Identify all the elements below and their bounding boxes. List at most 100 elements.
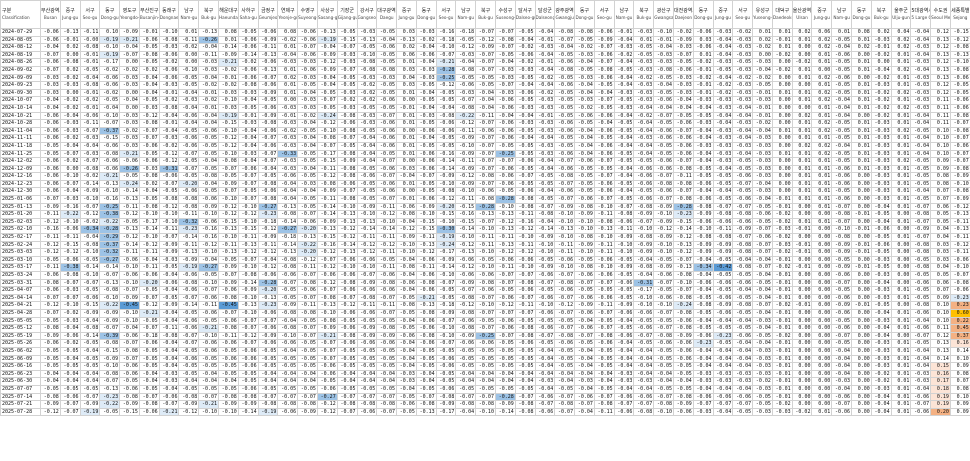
table-cell: -0.18 [435, 35, 457, 45]
table-cell: -0.05 [692, 111, 714, 121]
row-date: 2025-06-16 [0, 362, 41, 371]
table-cell: -0.05 [514, 164, 536, 174]
column-header: 사하구 Saha-gu [237, 0, 259, 29]
table-cell: -0.05 [297, 195, 318, 204]
table-cell: -0.12 [119, 210, 140, 219]
table-cell: -0.07 [949, 157, 970, 166]
row-date: 2025-05-19 [0, 331, 41, 341]
table-cell: -0.08 [79, 324, 101, 333]
table-cell: -0.05 [138, 195, 160, 204]
table-cell: -0.08 [297, 400, 318, 409]
table-cell: -0.03 [870, 362, 892, 371]
table-cell: -0.06 [59, 331, 81, 341]
table-cell: 0.00 [851, 195, 872, 204]
table-cell: -0.05 [435, 141, 457, 151]
table-cell: -0.28 [435, 65, 457, 75]
table-cell: -0.05 [613, 179, 635, 189]
table-cell: -0.12 [455, 119, 477, 128]
table-cell: -0.29 [99, 233, 121, 242]
table-cell: 0.01 [851, 141, 872, 151]
table-cell: 0.04 [930, 233, 951, 242]
table-cell: -0.15 [218, 119, 239, 128]
table-cell: -0.03 [870, 339, 892, 348]
table-cell: -0.04 [396, 286, 417, 295]
table-cell: -0.05 [732, 58, 754, 67]
table-cell: -0.06 [158, 73, 180, 83]
table-cell: -0.05 [831, 35, 853, 45]
table-cell: -0.03 [119, 73, 140, 83]
table-cell: -0.11 [297, 301, 318, 310]
table-cell: -0.10 [99, 362, 121, 371]
table-cell: -0.05 [435, 369, 457, 379]
column-header-en: Ulju-gun [892, 15, 910, 20]
table-cell: -0.10 [455, 141, 477, 151]
table-cell: -0.04 [415, 88, 437, 98]
table-cell: 0.01 [396, 119, 417, 128]
column-header-ko: 해운대구 [219, 8, 238, 14]
table-cell: -0.04 [59, 324, 81, 333]
column-header-ko: 수도권 [933, 8, 948, 14]
table-cell: -0.14 [79, 179, 101, 189]
column-header: 서구 Seo-gu [435, 0, 457, 29]
column-header: 북구 Buk-gu [633, 0, 655, 29]
table-cell: -0.10 [475, 248, 496, 257]
table-cell: 0.12 [930, 58, 951, 67]
table-cell: -0.09 [831, 263, 853, 272]
table-cell: -0.09 [534, 263, 556, 272]
table-cell: -0.05 [593, 346, 615, 356]
table-cell: -0.04 [178, 119, 200, 128]
table-cell: -0.06 [40, 339, 61, 348]
column-header-ko: 북구 [639, 8, 649, 14]
table-cell: -0.04 [297, 377, 318, 386]
table-cell: -0.01 [158, 88, 180, 98]
table-cell: -0.09 [712, 301, 734, 310]
table-cell: -0.05 [831, 81, 853, 90]
table-cell: -0.09 [435, 400, 457, 409]
table-cell: -0.03 [534, 149, 556, 159]
table-cell: -0.04 [574, 407, 595, 417]
table-cell: -0.08 [297, 278, 318, 288]
table-cell: -0.06 [316, 384, 338, 394]
table-row: 2025-01-20 -0.11 -0.22 -0.12 -0.38 -0.12 -0.10… [0, 210, 970, 219]
table-cell: -0.04 [534, 217, 556, 227]
table-cell: -0.06 [257, 58, 279, 67]
table-cell: -0.05 [415, 179, 437, 189]
table-cell: -0.05 [910, 339, 932, 348]
table-cell: -0.04 [574, 126, 595, 136]
table-cell: 0.00 [277, 96, 299, 105]
row-date: 2024-09-23 [0, 81, 41, 90]
table-cell: -0.05 [514, 316, 536, 326]
table-cell: -0.02 [198, 96, 220, 105]
table-cell: 0.00 [811, 331, 833, 341]
table-cell: -0.06 [435, 384, 457, 394]
table-cell: -0.01 [79, 103, 101, 113]
table-cell: -0.06 [593, 339, 615, 348]
column-header: 동구 Dong-gu [851, 0, 872, 29]
table-cell: -0.04 [633, 369, 655, 379]
table-cell: -0.06 [613, 407, 635, 417]
table-row: 2025-04-14 -0.07 -0.07 -0.06 -0.10 -0.09 -0.07… [0, 293, 970, 303]
table-cell: -0.04 [415, 134, 437, 143]
table-cell: -0.06 [316, 271, 338, 280]
table-cell: -0.02 [692, 58, 714, 67]
table-cell: -0.03 [514, 119, 536, 128]
table-cell: -0.04 [712, 362, 734, 371]
table-cell: -0.04 [870, 400, 892, 409]
table-cell: -0.05 [218, 362, 239, 371]
table-cell: 0.00 [791, 354, 813, 364]
table-cell: -0.06 [257, 28, 279, 37]
table-cell: 0.02 [396, 43, 417, 52]
table-cell: -0.05 [336, 81, 358, 90]
table-cell: -0.06 [277, 271, 299, 280]
table-cell: -0.04 [356, 369, 378, 379]
table-cell: -0.07 [79, 202, 101, 212]
table-cell: -0.16 [198, 233, 220, 242]
table-cell: 0.00 [851, 233, 872, 242]
table-cell: -0.01 [752, 103, 773, 113]
table-cell: -0.06 [119, 157, 140, 166]
table-cell: -0.04 [653, 103, 674, 113]
table-cell: -0.06 [178, 316, 200, 326]
table-cell: -0.05 [40, 354, 61, 364]
table-cell: -0.04 [831, 111, 853, 121]
table-cell: -0.04 [831, 43, 853, 52]
